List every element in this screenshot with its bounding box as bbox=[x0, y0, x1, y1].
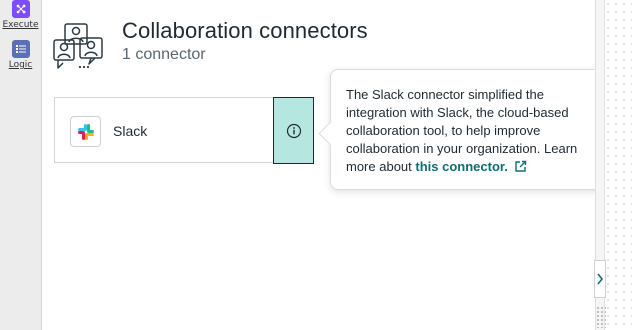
rail-label-logic: Logic bbox=[8, 60, 33, 70]
info-icon bbox=[286, 123, 301, 138]
resize-grip-icon[interactable] bbox=[596, 306, 606, 328]
rail-label-execute: Execute bbox=[2, 20, 39, 30]
connector-info-button[interactable] bbox=[273, 97, 314, 164]
connector-name: Slack bbox=[113, 123, 148, 139]
connectors-panel: Collaboration connectors 1 connector Sla… bbox=[42, 0, 611, 330]
chevron-right-icon bbox=[597, 273, 604, 285]
canvas-area bbox=[594, 0, 632, 330]
connector-count: 1 connector bbox=[122, 46, 206, 63]
app-root: Execute Logic Collaboration connectors 1… bbox=[0, 0, 632, 330]
execute-icon bbox=[11, 0, 30, 18]
people-group-icon bbox=[53, 23, 103, 69]
connector-info-tooltip: The Slack connector simplified the integ… bbox=[318, 69, 611, 190]
page-title: Collaboration connectors bbox=[122, 18, 368, 43]
connector-learn-more-link[interactable]: this connector. bbox=[415, 159, 507, 174]
left-rail: Execute Logic bbox=[0, 0, 42, 330]
collapse-panel-button[interactable] bbox=[594, 260, 606, 298]
slack-logo-icon bbox=[70, 116, 101, 147]
rail-item-logic[interactable]: Logic bbox=[0, 40, 41, 70]
external-link-icon[interactable] bbox=[514, 160, 527, 173]
rail-item-execute[interactable]: Execute bbox=[0, 0, 41, 30]
logic-icon bbox=[11, 40, 30, 58]
tooltip-arrow bbox=[318, 121, 343, 146]
